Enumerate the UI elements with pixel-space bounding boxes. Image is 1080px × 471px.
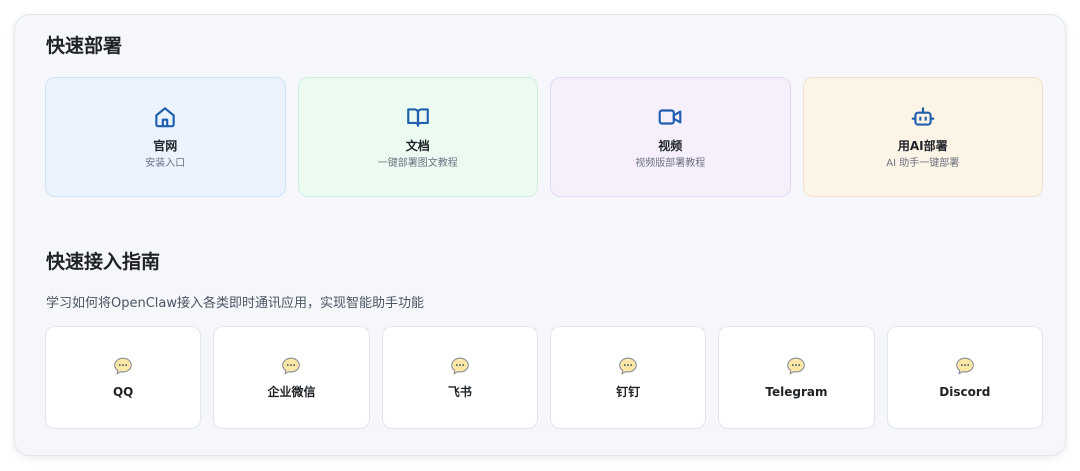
chat-bubble-icon — [955, 357, 974, 375]
deploy-card-title: 文档 — [405, 138, 430, 153]
deploy-card-title: 用AI部署 — [897, 138, 948, 153]
video-icon — [658, 108, 682, 125]
home-icon — [155, 106, 175, 127]
quick-guide-title: 快速接入指南 — [46, 251, 161, 273]
guide-card-name: 飞书 — [447, 385, 472, 399]
deploy-card-ai-deploy[interactable]: 用AI部署 AI 助手一键部署 — [802, 77, 1043, 197]
deploy-card-video[interactable]: 视频 视频版部署教程 — [550, 77, 791, 197]
quick-deploy-title: 快速部署 — [46, 35, 123, 57]
book-icon — [406, 107, 429, 127]
guide-card-name: Discord — [939, 385, 991, 399]
guide-card-wecom[interactable]: 企业微信 — [213, 326, 370, 429]
quick-start-panel: 快速部署 官网 安装入口 文档 一键部署图文教程 视频 视频版部署教程 用AI部… — [14, 14, 1066, 456]
chat-bubble-icon — [282, 357, 301, 375]
guide-card-feishu[interactable]: 飞书 — [381, 326, 538, 429]
guide-card-name: 企业微信 — [267, 385, 316, 399]
chat-bubble-icon — [787, 357, 806, 375]
quick-guide-cards: QQ 企业微信 飞书 钉钉 Telegram Discord — [45, 326, 1043, 429]
guide-card-name: Telegram — [765, 385, 828, 399]
guide-card-name: 钉钉 — [616, 385, 641, 399]
guide-card-dingtalk[interactable]: 钉钉 — [549, 326, 707, 429]
robot-icon — [911, 106, 935, 126]
deploy-card-title: 官网 — [153, 138, 178, 153]
guide-card-qq[interactable]: QQ — [45, 326, 202, 429]
quick-deploy-cards: 官网 安装入口 文档 一键部署图文教程 视频 视频版部署教程 用AI部署 AI … — [45, 77, 1043, 197]
quick-guide-subtitle: 学习如何将OpenClaw接入各类即时通讯应用，实现智能助手功能 — [46, 296, 425, 311]
deploy-card-official-site[interactable]: 官网 安装入口 — [45, 77, 286, 197]
deploy-card-title: 视频 — [658, 138, 683, 153]
chat-bubble-icon — [114, 357, 132, 375]
guide-card-name: QQ — [112, 385, 134, 399]
deploy-card-desc: 安装入口 — [145, 157, 186, 169]
deploy-card-desc: 一键部署图文教程 — [377, 157, 458, 169]
chat-bubble-icon — [451, 357, 469, 375]
chat-bubble-icon — [619, 357, 637, 375]
guide-card-discord[interactable]: Discord — [886, 326, 1043, 429]
deploy-card-docs[interactable]: 文档 一键部署图文教程 — [297, 77, 538, 197]
guide-card-telegram[interactable]: Telegram — [718, 326, 875, 429]
deploy-card-desc: 视频版部署教程 — [635, 157, 706, 169]
deploy-card-desc: AI 助手一键部署 — [886, 157, 960, 169]
